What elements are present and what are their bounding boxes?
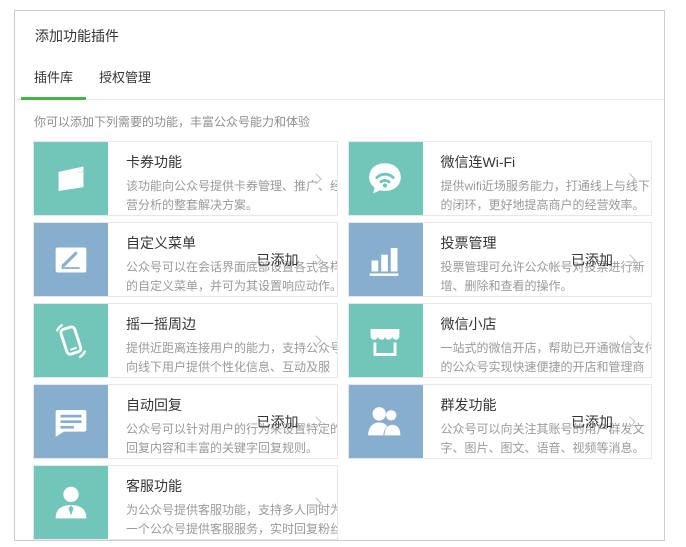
plugin-card[interactable]: 自定义菜单 公众号可以在会话界面底部设置各式各样的自定义菜单，并可为其设置响应动… [33,222,338,297]
added-badge: 已添加 [571,412,613,432]
plugin-grid: 卡券功能 该功能向公众号提供卡券管理、推广、经营分析的整套解决方案。 微信连Wi… [33,141,652,540]
plugin-card[interactable]: 投票管理 投票管理可允许公众帐号对投票进行新增、删除和查看的操作。 已添加 [348,222,653,297]
plugin-panel: 添加功能插件 插件库 授权管理 你可以添加下列需要的功能，丰富公众号能力和体验 … [14,10,665,541]
plugin-card[interactable]: 微信小店 一站式的微信开店，帮助已开通微信支付的公众号实现快速便捷的开店和管理商… [348,303,653,378]
plugin-desc: 公众号可以针对用户的行为来设置特定的回复内容和丰富的关键字回复规则。 [126,420,338,458]
plugin-title: 微信小店 [441,314,653,334]
plugin-card[interactable]: 自动回复 公众号可以针对用户的行为来设置特定的回复内容和丰富的关键字回复规则。 … [33,384,338,459]
plugin-title: 自定义菜单 [126,233,338,253]
tab-bar: 插件库 授权管理 [15,59,664,100]
wifi-bubble-icon [348,141,423,216]
page-title: 添加功能插件 [15,11,664,46]
pencil-icon [33,222,108,297]
plugin-desc: 为公众号提供客服功能，支持多人同时为一个公众号提供客服服务，实时回复粉丝咨询。 [126,501,338,540]
added-badge: 已添加 [257,412,299,432]
plugin-title: 客服功能 [126,476,338,496]
plugin-title: 微信连Wi-Fi [441,152,653,172]
plugin-card[interactable]: 卡券功能 该功能向公众号提供卡券管理、推广、经营分析的整套解决方案。 [33,141,338,216]
plugin-title: 自动回复 [126,395,338,415]
added-badge: 已添加 [257,250,299,270]
plugin-title: 卡券功能 [126,152,338,172]
plugin-content: 你可以添加下列需要的功能，丰富公众号能力和体验 卡券功能 该功能向公众号提供卡券… [15,100,664,540]
person-icon [33,465,108,540]
card-coupon-icon [33,141,108,216]
plugin-desc: 该功能向公众号提供卡券管理、推广、经营分析的整套解决方案。 [126,177,338,215]
plugin-card[interactable]: 群发功能 公众号可以向关注其账号的用户群发文字、图片、图文、语音、视频等消息。 … [348,384,653,459]
added-badge: 已添加 [571,250,613,270]
plugin-desc: 投票管理可允许公众帐号对投票进行新增、删除和查看的操作。 [441,258,653,296]
plugin-card[interactable]: 摇一摇周边 提供近距离连接用户的能力，支持公众号向线下用户提供个性化信息、互动及… [33,303,338,378]
shop-icon [348,303,423,378]
plugin-desc: 一站式的微信开店，帮助已开通微信支付的公众号实现快速便捷的开店和管理商品。 [441,339,653,378]
plugin-desc: 公众号可以向关注其账号的用户群发文字、图片、图文、语音、视频等消息。 [441,420,653,458]
plugin-card[interactable]: 客服功能 为公众号提供客服功能，支持多人同时为一个公众号提供客服服务，实时回复粉… [33,465,338,540]
bar-chart-icon [348,222,423,297]
plugin-desc: 提供近距离连接用户的能力，支持公众号向线下用户提供个性化信息、互动及服务。 [126,339,338,378]
plugin-title: 群发功能 [441,395,653,415]
auto-reply-icon [33,384,108,459]
plugin-desc: 提供wifi近场服务能力，打通线上与线下的闭环，更好地提高商户的经营效率。 [441,177,653,215]
group-icon [348,384,423,459]
plugin-title: 摇一摇周边 [126,314,338,334]
plugin-title: 投票管理 [441,233,653,253]
intro-text: 你可以添加下列需要的功能，丰富公众号能力和体验 [34,113,652,130]
tab-auth-management[interactable]: 授权管理 [86,59,164,100]
tab-plugin-library[interactable]: 插件库 [21,59,86,100]
shake-phone-icon [33,303,108,378]
plugin-card[interactable]: 微信连Wi-Fi 提供wifi近场服务能力，打通线上与线下的闭环，更好地提高商户… [348,141,653,216]
plugin-desc: 公众号可以在会话界面底部设置各式各样的自定义菜单，并可为其设置响应动作。 [126,258,338,296]
